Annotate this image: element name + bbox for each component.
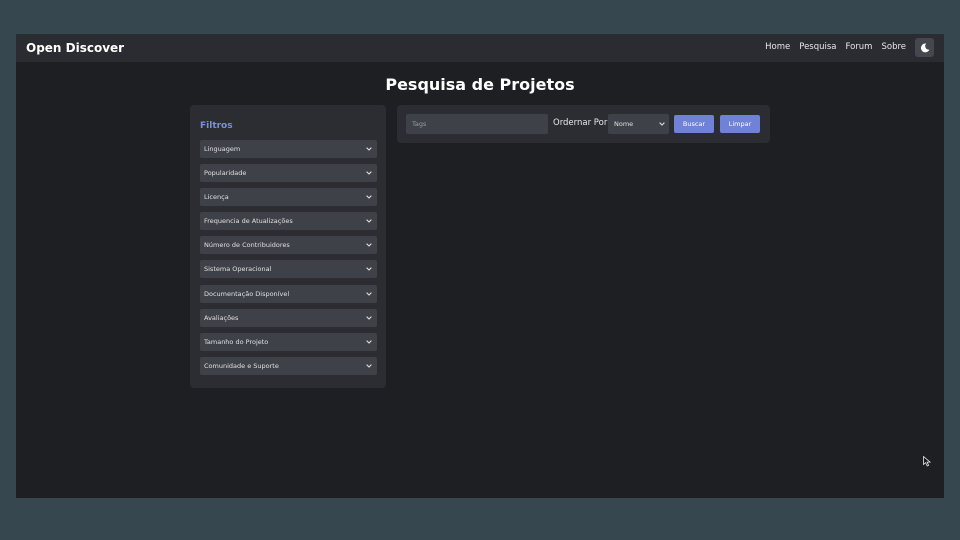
- chevron-down-icon: [366, 315, 372, 320]
- nav-link-sobre[interactable]: Sobre: [881, 42, 906, 52]
- search-button[interactable]: Buscar: [674, 115, 714, 133]
- filter-label: Licença: [204, 193, 229, 202]
- filter-list: Linguagem Popularidade Licença Frequencia d…: [200, 140, 377, 381]
- chevron-down-icon: [366, 171, 372, 175]
- mouse-cursor-icon: [923, 456, 931, 467]
- chevron-down-icon: [366, 291, 372, 296]
- order-by-label: Ordernar Por: [553, 118, 608, 128]
- page-title: Pesquisa de Projetos: [385, 75, 575, 94]
- chevron-down-icon: [366, 219, 372, 224]
- filter-label: Tamanho do Projeto: [204, 337, 269, 346]
- nav-link-forum[interactable]: Forum: [846, 42, 873, 52]
- nav-link-home[interactable]: Home: [765, 42, 790, 52]
- filter-label: Linguagem: [204, 145, 241, 153]
- filter-label: Avaliações: [204, 313, 239, 322]
- filter-label: Comunidade e Suporte: [204, 361, 279, 370]
- filter-select[interactable]: Popularidade: [200, 164, 377, 183]
- tags-input[interactable]: [406, 114, 548, 134]
- order-by-select[interactable]: Nome: [608, 114, 669, 134]
- chevron-down-icon: [366, 147, 372, 151]
- clear-button[interactable]: Limpar: [720, 115, 760, 133]
- chevron-down-icon: [366, 364, 372, 368]
- nav-links: Home Pesquisa Forum Sobre: [765, 42, 906, 52]
- filter-label: Frequencia de Atualizações: [204, 217, 293, 226]
- filter-label: Popularidade: [204, 169, 247, 178]
- filter-select[interactable]: Licença: [200, 188, 377, 207]
- filter-label: Sistema Operacional: [204, 265, 272, 274]
- filter-select[interactable]: Linguagem: [200, 140, 377, 158]
- app-window: Open Discover Home Pesquisa Forum Sobre …: [16, 34, 944, 498]
- filter-label: Documentação Disponível: [204, 289, 290, 298]
- filter-select[interactable]: Avaliações: [200, 308, 377, 327]
- filter-select[interactable]: Comunidade e Suporte: [200, 356, 377, 375]
- chevron-down-icon: [366, 195, 372, 199]
- filters-panel: Filtros Linguagem Popularidade Licença Freq…: [190, 105, 386, 388]
- moon-icon: [920, 43, 929, 52]
- filter-select[interactable]: Sistema Operacional: [200, 260, 377, 279]
- brand-logo[interactable]: Open Discover: [26, 41, 124, 55]
- chevron-down-icon: [366, 339, 372, 344]
- filter-label: Número de Contribuidores: [204, 241, 290, 250]
- chevron-down-icon: [366, 267, 372, 272]
- filter-select[interactable]: Documentação Disponível: [200, 284, 377, 303]
- chevron-down-icon: [659, 122, 665, 126]
- filter-select[interactable]: Tamanho do Projeto: [200, 332, 377, 351]
- filter-select[interactable]: Número de Contribuidores: [200, 236, 377, 255]
- navbar: Open Discover Home Pesquisa Forum Sobre: [16, 34, 944, 62]
- filters-title: Filtros: [200, 121, 233, 131]
- filter-select[interactable]: Frequencia de Atualizações: [200, 212, 377, 231]
- search-panel: Ordernar Por Nome Buscar Limpar: [397, 105, 770, 143]
- order-by-value: Nome: [614, 120, 634, 128]
- nav-link-pesquisa[interactable]: Pesquisa: [799, 42, 836, 52]
- chevron-down-icon: [366, 243, 372, 248]
- theme-toggle-button[interactable]: [915, 38, 934, 57]
